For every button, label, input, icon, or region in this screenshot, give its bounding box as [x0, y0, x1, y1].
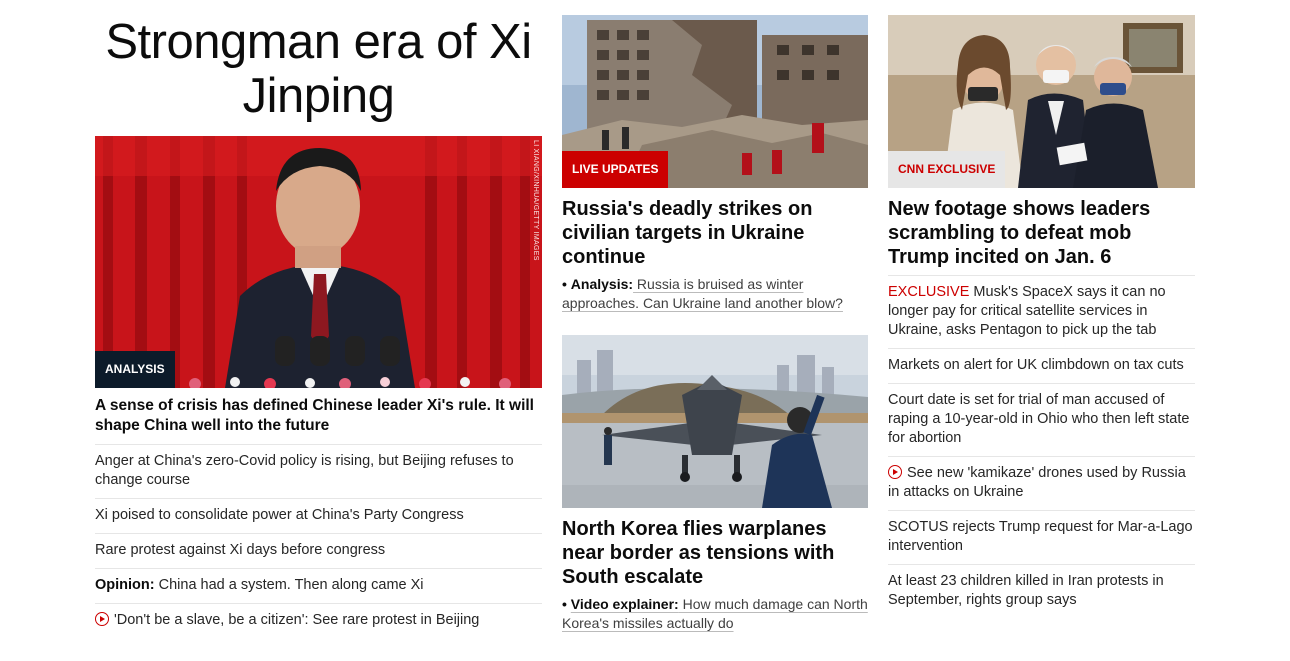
play-icon — [888, 465, 902, 479]
list-item-text: 'Don't be a slave, be a citizen': See ra… — [114, 612, 480, 628]
list-item[interactable]: Xi poised to consolidate power at China'… — [95, 498, 542, 533]
jan6-story-image[interactable]: CNN EXCLUSIVE — [888, 15, 1195, 188]
ukraine-analysis-link[interactable]: • Analysis: Russia is bruised as winter … — [562, 275, 868, 313]
third-column: CNN EXCLUSIVE New footage shows leaders … — [888, 0, 1195, 618]
list-item[interactable]: EXCLUSIVE Musk's SpaceX says it can no l… — [888, 275, 1195, 348]
ukraine-story-image[interactable]: LIVE UPDATES — [562, 15, 868, 188]
bullet: • — [562, 596, 567, 612]
list-item[interactable]: See new 'kamikaze' drones used by Russia… — [888, 456, 1195, 510]
list-item[interactable]: Rare protest against Xi days before cong… — [95, 533, 542, 568]
list-item-text: Court date is set for trial of man accus… — [888, 392, 1190, 446]
opinion-label: Opinion: — [95, 577, 155, 593]
list-item-text: China had a system. Then along came Xi — [154, 577, 424, 593]
list-item-text: At least 23 children killed in Iran prot… — [888, 573, 1164, 608]
list-item[interactable]: 'Don't be a slave, be a citizen': See ra… — [95, 603, 542, 638]
list-item[interactable]: At least 23 children killed in Iran prot… — [888, 564, 1195, 618]
lead-story-image[interactable]: LI XIANG/XINHUA/GETTY IMAGES ANALYSIS — [95, 136, 542, 388]
secondary-stories-column: LIVE UPDATES Russia's deadly strikes on … — [562, 0, 868, 633]
photo-credit: LI XIANG/XINHUA/GETTY IMAGES — [532, 140, 539, 261]
lead-related-list: Anger at China's zero-Covid policy is ri… — [95, 444, 542, 638]
bullet: • — [562, 276, 567, 292]
lead-package-title[interactable]: Strongman era of Xi Jinping — [95, 15, 542, 123]
cnn-exclusive-tag: CNN EXCLUSIVE — [888, 151, 1006, 188]
list-item[interactable]: Opinion: China had a system. Then along … — [95, 568, 542, 603]
more-stories-list: EXCLUSIVE Musk's SpaceX says it can no l… — [888, 275, 1195, 618]
list-item-text: Xi poised to consolidate power at China'… — [95, 507, 464, 523]
north-korea-video-link[interactable]: • Video explainer: How much damage can N… — [562, 595, 868, 633]
list-item[interactable]: Markets on alert for UK climbdown on tax… — [888, 348, 1195, 383]
analysis-label: Analysis: — [570, 276, 634, 292]
list-item-text: SCOTUS rejects Trump request for Mar-a-L… — [888, 519, 1193, 554]
list-item-text: See new 'kamikaze' drones used by Russia… — [888, 465, 1186, 500]
ukraine-headline[interactable]: Russia's deadly strikes on civilian targ… — [562, 188, 868, 275]
north-korea-headline[interactable]: North Korea flies warplanes near border … — [562, 508, 868, 595]
lead-story-column: Strongman era of Xi Jinping LI XIANG/XIN… — [95, 0, 542, 638]
list-item-text: Markets on alert for UK climbdown on tax… — [888, 357, 1184, 373]
list-item[interactable]: Court date is set for trial of man accus… — [888, 383, 1195, 456]
analysis-tag: ANALYSIS — [95, 351, 175, 388]
lead-headline[interactable]: A sense of crisis has defined Chinese le… — [95, 388, 542, 444]
exclusive-label: EXCLUSIVE — [888, 284, 970, 300]
list-item[interactable]: Anger at China's zero-Covid policy is ri… — [95, 444, 542, 498]
live-updates-tag: LIVE UPDATES — [562, 151, 669, 188]
north-korea-story-image[interactable] — [562, 335, 868, 508]
play-icon — [95, 612, 109, 626]
list-item-text: Rare protest against Xi days before cong… — [95, 542, 386, 558]
jan6-headline[interactable]: New footage shows leaders scrambling to … — [888, 188, 1195, 275]
list-item[interactable]: SCOTUS rejects Trump request for Mar-a-L… — [888, 510, 1195, 564]
list-item-text: Anger at China's zero-Covid policy is ri… — [95, 453, 514, 488]
video-explainer-label: Video explainer: — [570, 596, 679, 612]
